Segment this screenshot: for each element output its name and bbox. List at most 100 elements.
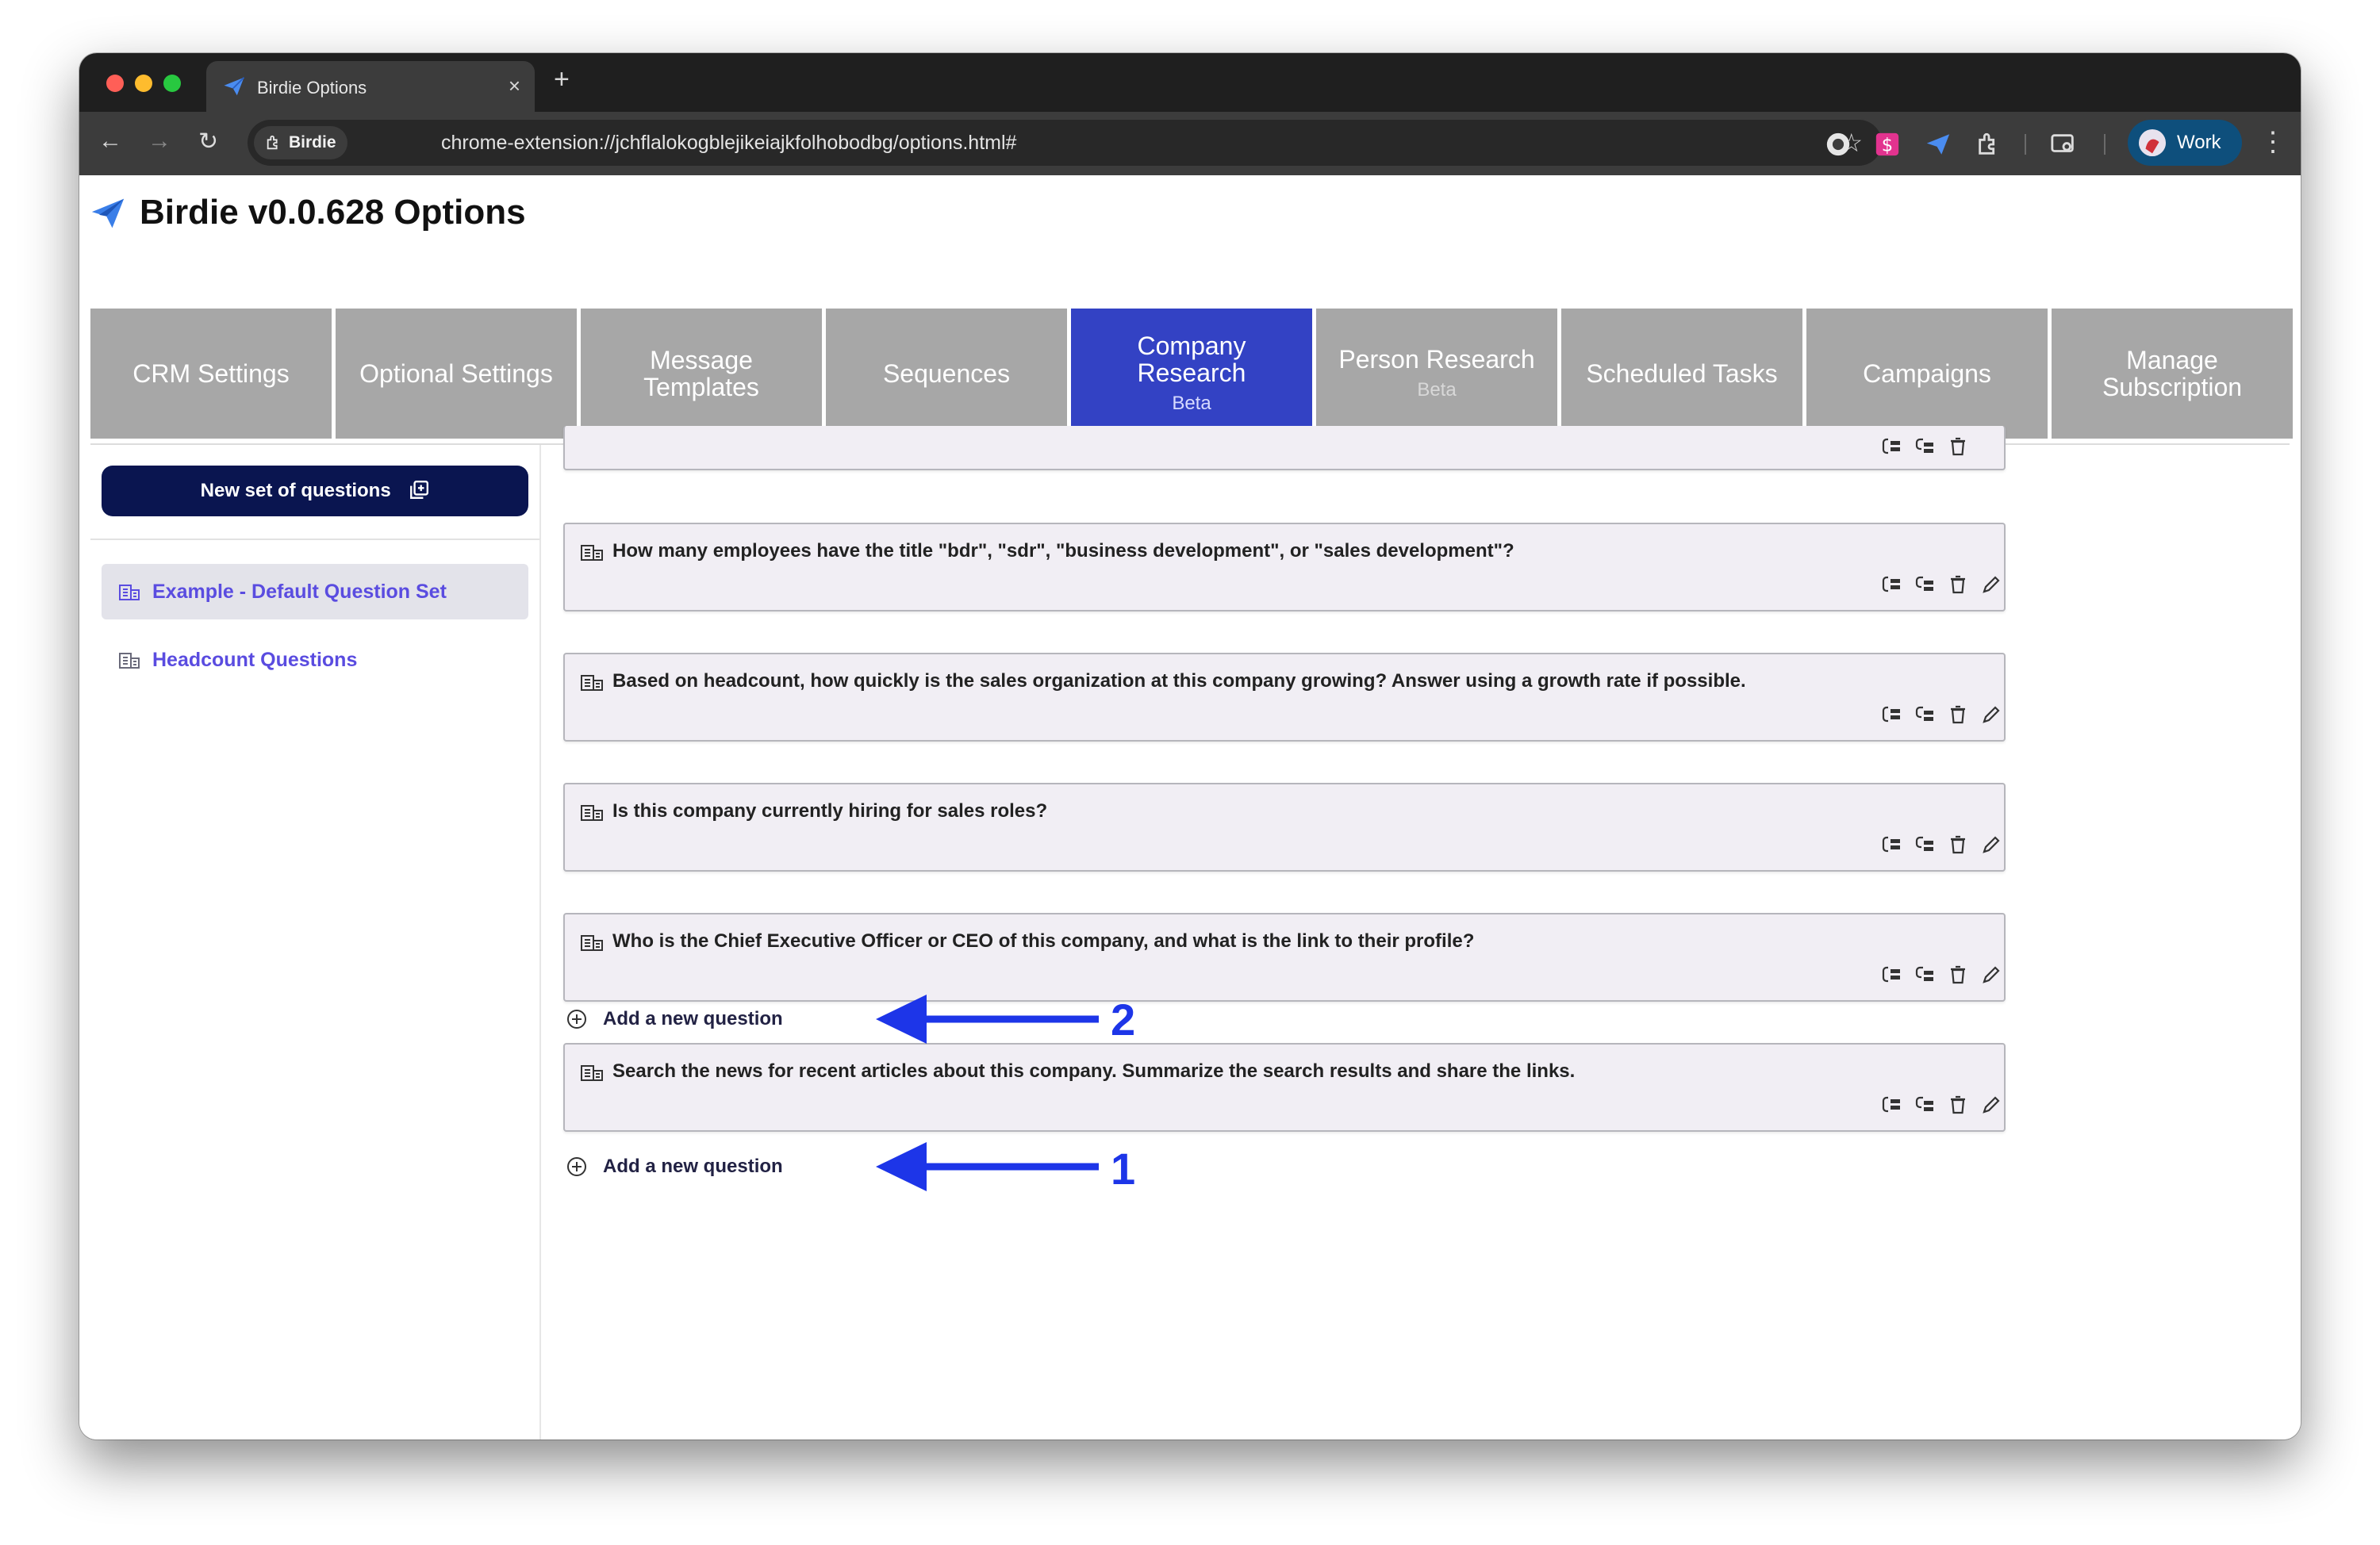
question-card: How many employees have the title "bdr",… [563,523,2006,611]
insert-after-icon[interactable] [1914,573,1936,596]
page-title: Birdie v0.0.628 Options [140,193,526,232]
profile-button[interactable]: Work [2128,120,2242,166]
delete-trash-icon[interactable] [1947,964,1969,986]
avatar [2139,129,2166,156]
minimize-window-button[interactable] [135,75,152,92]
sidebar-item-label: Example - Default Question Set [152,581,447,603]
extension-dollar-icon[interactable]: $ [1874,131,1901,158]
edit-pencil-icon[interactable] [1980,703,2002,726]
tab-label: Optional Settings [359,359,553,388]
new-set-label: New set of questions [200,480,391,501]
tab-beta-label: Beta [1417,379,1457,401]
options-page: Birdie v0.0.628 Options CRM Settings Opt… [79,175,2301,1440]
building-icon [581,545,603,561]
toolbar-separator [2104,134,2106,155]
delete-trash-icon[interactable] [1947,834,1969,856]
menu-kebab-icon[interactable]: ⋮ [2259,126,2286,158]
add-new-question-link[interactable]: Add a new question [566,1151,783,1183]
site-info-chip[interactable]: Birdie [254,126,347,159]
annotation-number: 1 [1111,1144,1136,1194]
question-card: Based on headcount, how quickly is the s… [563,653,2006,742]
extension-birdie-icon[interactable] [1925,131,1952,158]
question-text: Who is the Chief Executive Officer or CE… [612,930,1475,952]
insert-before-icon[interactable] [1880,435,1902,458]
maximize-window-button[interactable] [163,75,181,92]
question-text: Is this company currently hiring for sal… [612,800,1048,822]
question-actions [1880,964,2000,987]
new-set-of-questions-button[interactable]: New set of questions [102,466,528,516]
question-text: Based on headcount, how quickly is the s… [612,670,1746,692]
question-actions [1880,834,2000,857]
new-tab-icon[interactable]: + [554,64,570,95]
browser-tab[interactable]: Birdie Options × [206,61,535,112]
question-text: How many employees have the title "bdr",… [612,540,1514,562]
add-question-label: Add a new question [603,1008,783,1029]
tab-scheduled-tasks[interactable]: Scheduled Tasks [1561,309,1802,439]
edit-pencil-icon[interactable] [1980,1094,2002,1116]
question-actions [1880,573,2000,597]
tab-beta-label: Beta [1172,393,1211,414]
tab-strip: Birdie Options × + [79,53,2301,112]
insert-after-icon[interactable] [1914,964,1936,986]
delete-trash-icon[interactable] [1947,573,1969,596]
building-icon [581,935,603,951]
birdie-logo-icon [91,198,125,228]
tab-sequences[interactable]: Sequences [826,309,1067,439]
insert-before-icon[interactable] [1880,1094,1902,1116]
back-arrow-icon[interactable]: ← [98,128,122,155]
tab-manage-subscription[interactable]: Manage Subscription [2052,309,2293,439]
url-text: chrome-extension://jchflalokogblejikeiaj… [441,132,1017,154]
add-copy-icon [410,480,429,499]
edit-pencil-icon[interactable] [1980,834,2002,856]
edit-pencil-icon[interactable] [1980,573,2002,596]
sidebar-item-example-default[interactable]: Example - Default Question Set [102,564,528,619]
delete-trash-icon[interactable] [1947,435,1969,458]
insert-after-icon[interactable] [1914,1094,1936,1116]
forward-arrow-icon[interactable]: → [148,128,171,155]
tab-campaigns[interactable]: Campaigns [1806,309,2048,439]
plus-circle-icon [567,1157,586,1176]
tab-search-icon[interactable] [2050,131,2077,158]
insert-before-icon[interactable] [1880,573,1902,596]
tab-person-research[interactable]: Person Research Beta [1316,309,1557,439]
add-question-label: Add a new question [603,1156,783,1177]
sidebar-item-label: Headcount Questions [152,649,358,671]
tab-label: Sequences [882,359,1011,388]
insert-before-icon[interactable] [1880,834,1902,856]
building-icon [119,653,140,669]
building-icon [119,585,140,600]
delete-trash-icon[interactable] [1947,703,1969,726]
browser-window: Birdie Options × + ← → ↻ Birdie chrome-e… [79,53,2301,1440]
svg-text:$: $ [1882,136,1893,156]
edit-pencil-icon[interactable] [1980,964,2002,986]
question-card: Who is the Chief Executive Officer or CE… [563,913,2006,1002]
close-tab-icon[interactable]: × [509,74,520,98]
close-window-button[interactable] [106,75,124,92]
extension-puzzle-icon [267,135,278,150]
delete-trash-icon[interactable] [1947,1094,1969,1116]
question-card [563,426,2006,470]
profile-label: Work [2177,132,2221,153]
birdie-favicon-icon [224,77,245,96]
plus-circle-icon [567,1010,586,1029]
insert-before-icon[interactable] [1880,703,1902,726]
extension-globe-icon[interactable] [1825,131,1852,158]
tab-message-templates[interactable]: Message Templates [581,309,822,439]
tab-crm-settings[interactable]: CRM Settings [90,309,332,439]
insert-after-icon[interactable] [1914,834,1936,856]
sidebar-item-headcount-questions[interactable]: Headcount Questions [102,632,528,688]
site-chip-label: Birdie [289,133,336,151]
tab-optional-settings[interactable]: Optional Settings [336,309,577,439]
extensions-puzzle-icon[interactable] [1975,131,2002,158]
add-new-question-link[interactable]: Add a new question [566,1003,783,1035]
tab-company-research[interactable]: Company Research Beta [1071,309,1312,439]
address-bar[interactable]: Birdie chrome-extension://jchflalokogble… [248,120,1882,166]
annotation-arrow [876,1142,1099,1191]
toolbar-separator [2025,134,2026,155]
reload-icon[interactable]: ↻ [198,128,218,155]
insert-before-icon[interactable] [1880,964,1902,986]
tab-label: Campaigns [1863,359,1991,388]
insert-after-icon[interactable] [1914,703,1936,726]
insert-after-icon[interactable] [1914,435,1936,458]
question-actions [1880,435,1982,459]
